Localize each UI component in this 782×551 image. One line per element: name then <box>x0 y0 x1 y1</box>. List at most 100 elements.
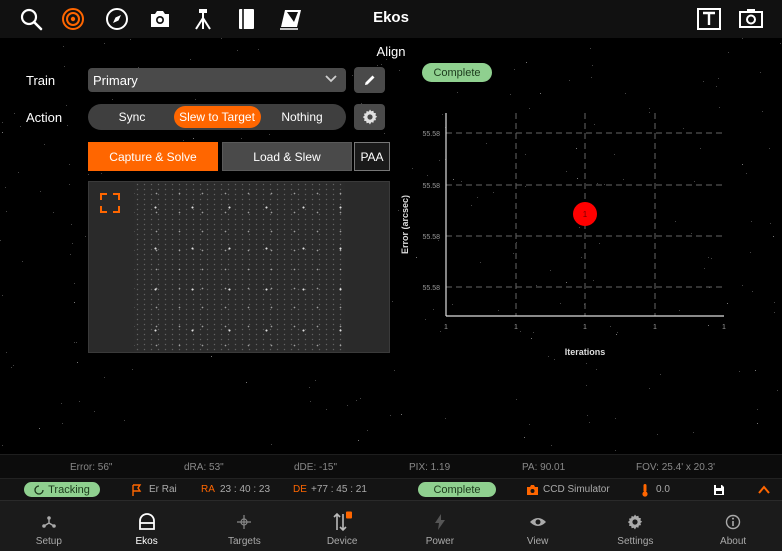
nav-view[interactable]: View <box>489 501 587 551</box>
notebook-icon[interactable] <box>232 5 260 33</box>
thermometer-icon <box>642 484 648 497</box>
pix-value: PIX: 1.19 <box>409 462 451 473</box>
background-speck <box>20 126 21 127</box>
capture-solve-button[interactable]: Capture & Solve <box>88 142 218 171</box>
text-tool-icon[interactable] <box>695 5 723 33</box>
align-status-badge: Complete <box>422 63 492 82</box>
action-nothing[interactable]: Nothing <box>262 106 342 128</box>
background-speck <box>762 111 763 112</box>
background-speck <box>309 387 310 388</box>
nav-settings-label: Settings <box>617 536 654 547</box>
action-sync[interactable]: Sync <box>92 106 172 128</box>
nav-device[interactable]: Device <box>293 501 391 551</box>
background-speck <box>742 285 743 286</box>
background-speck <box>401 414 402 415</box>
ekos-icon <box>138 513 155 530</box>
background-speck <box>67 125 68 126</box>
background-speck <box>2 122 3 123</box>
search-icon[interactable] <box>17 5 45 33</box>
edit-train-button[interactable] <box>354 67 385 93</box>
device-icon <box>333 511 353 532</box>
nav-setup-label: Setup <box>35 536 62 547</box>
target-name: Er Rai <box>149 484 177 495</box>
background-speck <box>315 380 316 381</box>
background-speck <box>716 86 717 87</box>
background-speck <box>774 312 775 313</box>
targets-icon <box>237 515 252 529</box>
about-icon <box>725 514 741 530</box>
gear-icon <box>362 109 377 125</box>
background-speck <box>246 382 247 383</box>
background-speck <box>394 370 395 371</box>
tracking-label: Tracking <box>48 483 90 496</box>
align-error-chart: 55.58 55.58 55.58 55.58 1 1 1 1 1 Iterations Error… <box>400 113 726 357</box>
nav-setup[interactable]: Setup <box>0 501 98 551</box>
y-tick-label: 55.58 <box>422 285 440 292</box>
background-speck <box>2 295 3 296</box>
background-speck <box>590 48 591 49</box>
background-speck <box>63 46 64 47</box>
background-speck <box>693 432 694 433</box>
background-speck <box>132 369 133 370</box>
action-label: Action <box>26 110 63 125</box>
nav-settings[interactable]: Settings <box>587 501 685 551</box>
background-speck <box>69 184 70 185</box>
y-tick-label: 55.58 <box>422 234 440 241</box>
train-select[interactable]: Primary <box>88 68 346 92</box>
background-speck <box>66 105 67 106</box>
dra-value: dRA: 53" <box>184 462 224 473</box>
flat-panel-icon[interactable] <box>277 5 305 33</box>
train-label: Train <box>26 73 56 88</box>
screenshot-icon[interactable] <box>737 5 765 33</box>
background-speck <box>587 415 588 416</box>
nav-ekos[interactable]: Ekos <box>98 501 196 551</box>
y-axis-label: Error (arcsec) <box>400 195 410 254</box>
solve-image-preview[interactable] <box>88 181 390 353</box>
background-speck <box>399 70 400 71</box>
nav-power-label: Power <box>425 536 455 547</box>
background-speck <box>237 50 238 51</box>
background-speck <box>384 133 385 134</box>
background-speck <box>85 236 86 237</box>
tracking-badge: Tracking <box>24 482 100 497</box>
nav-targets[interactable]: Targets <box>196 501 294 551</box>
background-speck <box>101 173 102 174</box>
action-slew-to-target[interactable]: Slew to Target <box>173 106 261 128</box>
save-icon[interactable] <box>713 484 725 496</box>
nav-power[interactable]: Power <box>391 501 489 551</box>
nav-device-label: Device <box>326 536 358 547</box>
de-value: +77 : 45 : 21 <box>311 484 367 495</box>
camera-name: CCD Simulator <box>543 484 610 495</box>
background-speck <box>271 444 272 445</box>
background-speck <box>540 93 541 94</box>
background-speck <box>112 99 113 100</box>
background-speck <box>615 418 616 419</box>
fullscreen-icon[interactable] <box>100 193 120 213</box>
error-value: Error: 56" <box>70 462 113 473</box>
background-speck <box>649 388 650 389</box>
compass-icon[interactable] <box>103 5 131 33</box>
x-tick-label: 1 <box>653 324 657 331</box>
camera-icon[interactable] <box>146 5 174 33</box>
background-speck <box>72 243 73 244</box>
tripod-icon[interactable] <box>189 5 217 33</box>
y-tick-label: 55.58 <box>422 131 440 138</box>
align-settings-button[interactable] <box>354 104 385 130</box>
x-tick-label: 1 <box>722 324 726 331</box>
background-speck <box>70 254 71 255</box>
background-speck <box>79 401 80 402</box>
nav-about[interactable]: About <box>684 501 782 551</box>
background-speck <box>13 365 14 366</box>
target-icon[interactable] <box>59 5 87 33</box>
background-speck <box>592 65 593 66</box>
background-speck <box>326 409 327 410</box>
background-speck <box>746 173 747 174</box>
paa-button[interactable]: PAA <box>354 142 390 171</box>
background-speck <box>615 450 616 451</box>
background-speck <box>377 65 378 66</box>
background-speck <box>770 223 771 224</box>
de-label: DE <box>293 484 307 495</box>
load-slew-button[interactable]: Load & Slew <box>222 142 352 171</box>
chevron-up-icon[interactable] <box>758 485 770 494</box>
background-speck <box>6 352 7 353</box>
